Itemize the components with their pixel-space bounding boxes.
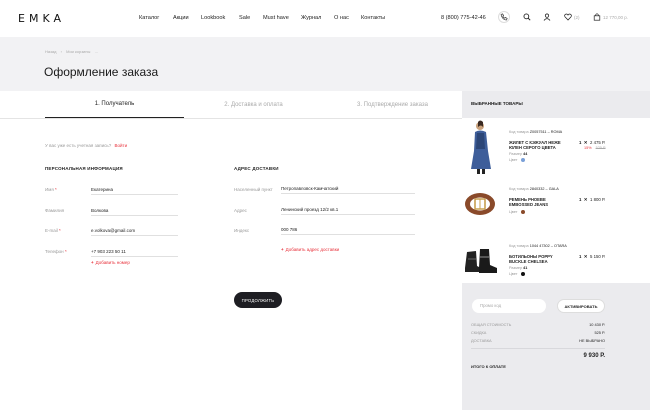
site-header: EMKA Каталог Акции Lookbook Sale Must ha… [0, 0, 650, 37]
product-qty: 1 ✕ [579, 197, 588, 202]
city-field[interactable]: Петропавловск-Камчатский [281, 183, 415, 194]
email-label: E-mail * [45, 228, 61, 233]
first-name-label: Имя * [45, 187, 57, 192]
address-label: Адрес [234, 208, 247, 213]
product-name[interactable]: БОТИЛЬОНЫ POPPY BUCKLE CHELSEA [509, 254, 569, 264]
email-field[interactable]: e.volkova@gmail.com [91, 225, 178, 236]
breadcrumb-carts[interactable]: Мои корзины [66, 49, 90, 54]
logo[interactable]: EMKA [18, 12, 65, 25]
login-link[interactable]: Войти [115, 143, 128, 148]
last-name-label: Фамилия [45, 208, 65, 213]
zip-field[interactable]: 000 786 [281, 224, 415, 235]
selected-items-title: ВЫБРАННЫЕ ТОВАРЫ [471, 101, 523, 106]
summary-discount: СКИДКА 525 Р. [471, 330, 605, 335]
breadcrumb: Назад › Мои корзины … [45, 49, 99, 54]
heart-icon[interactable] [563, 12, 573, 22]
color-swatch[interactable] [520, 210, 525, 214]
color-swatch[interactable] [520, 158, 525, 162]
city-label: Населенный пункт [234, 187, 273, 192]
address-field[interactable]: Ленинский проезд 12/2 кв.1 [281, 204, 415, 215]
continue-button[interactable]: ПРОДОЛЖИТЬ [234, 292, 282, 308]
page-title: Оформление заказа [44, 65, 159, 79]
product-image-boots[interactable] [463, 246, 499, 276]
personal-info-title: ПЕРСОНАЛЬНАЯ ИНФОРМАЦИЯ [45, 166, 123, 171]
nav-item-about[interactable]: О нас [334, 15, 349, 21]
summary-divider [471, 348, 605, 349]
plus-icon: + [281, 247, 284, 252]
product-code: Код товара Z0057511 – ROMA [509, 130, 563, 134]
product-qty: 1 ✕ [579, 254, 588, 259]
product-size: Размер 44 [509, 152, 528, 156]
login-note: У вас уже есть учетная запись? Войти [45, 143, 127, 148]
add-address-link[interactable]: + Добавить адрес доставки [281, 247, 339, 252]
product-name[interactable]: РЕМЕНЬ PHOEBE EMBOSSED JEANS [509, 197, 569, 207]
promo-code-input[interactable]: Промо код [472, 299, 546, 313]
nav-item-journal[interactable]: Журнал [301, 15, 321, 21]
product-code: Код товара 1044 47302 – OTARA [509, 244, 567, 248]
nav-item-sale[interactable]: Sale [239, 15, 250, 21]
last-name-field[interactable]: Волкова [91, 205, 178, 216]
product-price: 5 150 Р. [590, 254, 606, 259]
nav-item-contacts[interactable]: Контакты [361, 15, 385, 21]
steps-divider [0, 118, 462, 119]
first-name-field[interactable]: Екатерина [91, 184, 178, 195]
nav-item-catalog[interactable]: Каталог [139, 15, 159, 21]
add-phone-link[interactable]: + Добавить номер [91, 260, 130, 265]
user-icon[interactable] [542, 12, 552, 22]
cart-total[interactable]: 12 770,00 р. [603, 15, 628, 20]
phone-label: Телефон * [45, 249, 67, 254]
plus-icon: + [91, 260, 94, 265]
product-price: 1 800 Р. [590, 197, 606, 202]
product-color: Цвет [509, 158, 525, 162]
address-title: АДРЕС ДОСТАВКИ [234, 166, 279, 171]
header-phone[interactable]: 8 (800) 775-42-46 [441, 15, 486, 21]
product-color: Цвет [509, 272, 525, 276]
step-confirmation[interactable]: 3. Подтверждение заказа [323, 91, 462, 118]
summary-total: ИТОГО К ОПЛАТЕ 9 930 Р. [471, 353, 605, 369]
product-image-vest[interactable] [467, 119, 495, 175]
nav-item-sales[interactable]: Акции [173, 15, 189, 21]
product-image-belt[interactable] [464, 190, 496, 218]
phone-icon[interactable] [498, 11, 510, 23]
checkout-steps: 1. Получатель 2. Доставка и оплата 3. По… [0, 91, 462, 118]
search-icon[interactable] [522, 12, 532, 22]
product-name[interactable]: ЖИЛЕТ С КЭЖУАЛ НЕЖЕ ЮЛЕН СЕРОГО ЦВЕТА [509, 140, 569, 150]
title-band [0, 37, 650, 91]
phone-field[interactable]: +7 903 223 50 11 [91, 246, 178, 257]
nav-item-must-have[interactable]: Must have [263, 15, 289, 21]
bag-icon[interactable] [592, 12, 602, 22]
step-recipient[interactable]: 1. Получатель [45, 91, 184, 118]
color-swatch[interactable] [520, 272, 525, 276]
nav-item-lookbook[interactable]: Lookbook [201, 15, 225, 21]
breadcrumb-back[interactable]: Назад [45, 49, 56, 54]
product-color: Цвет [509, 210, 525, 214]
summary-delivery: ДОСТАВКА НЕ ВЫБРАНО [471, 338, 605, 343]
favorites-count: (2) [574, 15, 580, 20]
activate-promo-button[interactable]: АКТИВИРОВАТЬ [557, 299, 605, 313]
summary-subtotal: ОБЩАЯ СТОИМОСТЬ 10 430 Р. [471, 322, 605, 327]
zip-label: Индекс [234, 228, 250, 233]
step-delivery-payment[interactable]: 2. Доставка и оплата [184, 91, 323, 118]
product-price: 2 475 Р. [590, 140, 606, 145]
product-discount: 15% 525 Р [584, 146, 606, 150]
product-code: Код товара 2840332 – GALA [509, 187, 559, 191]
product-size: Размер 41 [509, 266, 528, 270]
login-note-text: У вас уже есть учетная запись? [45, 143, 112, 148]
